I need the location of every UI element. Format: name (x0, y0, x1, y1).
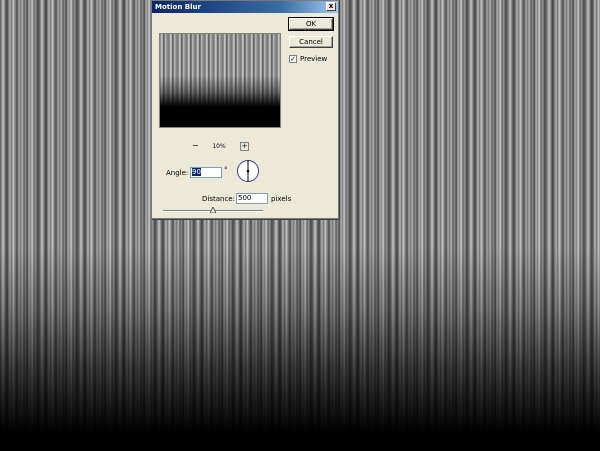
distance-label: Distance: (202, 195, 235, 203)
zoom-level-label: 10% (212, 143, 226, 150)
filter-preview-image[interactable] (159, 33, 281, 128)
angle-value: 90 (192, 168, 201, 176)
angle-input[interactable]: 90 (190, 167, 222, 178)
dialog-title: Motion Blur (155, 3, 201, 11)
zoom-in-button[interactable]: + (240, 142, 249, 151)
preview-label: Preview (300, 55, 328, 63)
distance-slider-thumb[interactable] (210, 207, 216, 213)
angle-dial-icon[interactable] (236, 159, 260, 183)
motion-blur-dialog: Motion Blur x OK Cancel ✓ Preview − 10% … (151, 0, 339, 219)
cancel-button[interactable]: Cancel (289, 36, 333, 48)
distance-unit-label: pixels (271, 195, 292, 203)
zoom-out-button[interactable]: − (192, 142, 199, 150)
dialog-titlebar[interactable]: Motion Blur x (152, 1, 338, 13)
degree-symbol: ° (224, 166, 228, 174)
distance-input[interactable]: 500 (236, 193, 268, 204)
preview-checkbox[interactable]: ✓ (289, 55, 297, 63)
angle-label: Angle: (166, 169, 189, 177)
close-button[interactable]: x (326, 2, 336, 11)
ok-button[interactable]: OK (288, 17, 334, 31)
